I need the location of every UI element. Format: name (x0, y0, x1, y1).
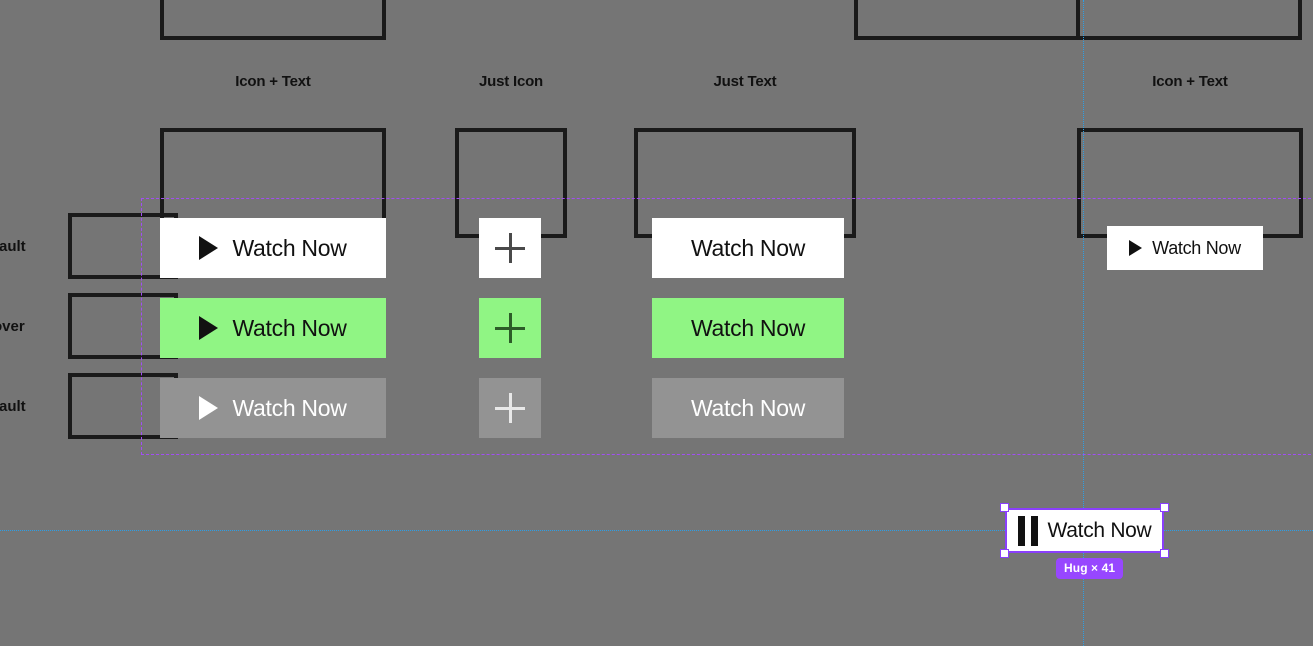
resize-handle-top-right[interactable] (1160, 503, 1169, 512)
button-label: Watch Now (1152, 238, 1241, 258)
design-canvas[interactable]: Icon + Text Just Icon Just Text Icon + T… (0, 0, 1313, 646)
button-label: Watch Now (690, 234, 806, 261)
button-label: Watch Now (232, 394, 347, 421)
column-header-icon-text-2: Icon + Text (1152, 73, 1228, 90)
button-just-text-default[interactable]: Watch Now (652, 218, 844, 278)
column-header-icon-text-1: Icon + Text (235, 73, 311, 90)
row-label-default-1: fault (0, 238, 26, 255)
button-just-text-hover[interactable]: Watch Now (652, 298, 844, 358)
button-just-icon-default[interactable] (479, 218, 541, 278)
row-label-hover: over (0, 318, 25, 335)
button-icon-text-right-default[interactable]: Watch Now (1107, 226, 1263, 270)
size-badge: Hug × 41 (1056, 558, 1124, 579)
button-just-text-disabled[interactable]: Watch Now (652, 378, 844, 438)
button-icon-text-hover[interactable]: Watch Now (160, 298, 386, 358)
plus-icon (495, 313, 525, 343)
frame-outline-col4 (1077, 128, 1303, 238)
resize-handle-bottom-left[interactable] (1000, 549, 1009, 558)
button-label: Watch Now (690, 394, 806, 421)
column-header-just-icon: Just Icon (478, 73, 544, 90)
play-icon (199, 316, 219, 340)
play-icon (1129, 240, 1143, 256)
play-icon (199, 396, 219, 420)
play-icon (199, 236, 219, 260)
frame-outline-top-3 (1076, 0, 1302, 40)
resize-handle-bottom-right[interactable] (1160, 549, 1169, 558)
button-label: Watch Now (232, 314, 347, 341)
button-label: Watch Now (1047, 518, 1152, 542)
selected-node[interactable]: Watch Now (1000, 503, 1169, 558)
column-header-just-text: Just Text (713, 73, 777, 90)
button-just-icon-disabled[interactable] (479, 378, 541, 438)
button-icon-text-disabled[interactable]: Watch Now (160, 378, 386, 438)
plus-icon (495, 233, 525, 263)
row-label-default-2: fault (0, 398, 26, 415)
frame-outline-top-2 (854, 0, 1080, 40)
button-just-icon-hover[interactable] (479, 298, 541, 358)
frame-outline-top-1 (160, 0, 386, 40)
button-icon-text-default[interactable]: Watch Now (160, 218, 386, 278)
plus-icon (495, 393, 525, 423)
resize-handle-top-left[interactable] (1000, 503, 1009, 512)
button-label: Watch Now (232, 234, 347, 261)
button-label: Watch Now (690, 314, 806, 341)
pause-icon (1017, 515, 1038, 546)
button-pause-watch-now[interactable]: Watch Now (1005, 508, 1164, 553)
